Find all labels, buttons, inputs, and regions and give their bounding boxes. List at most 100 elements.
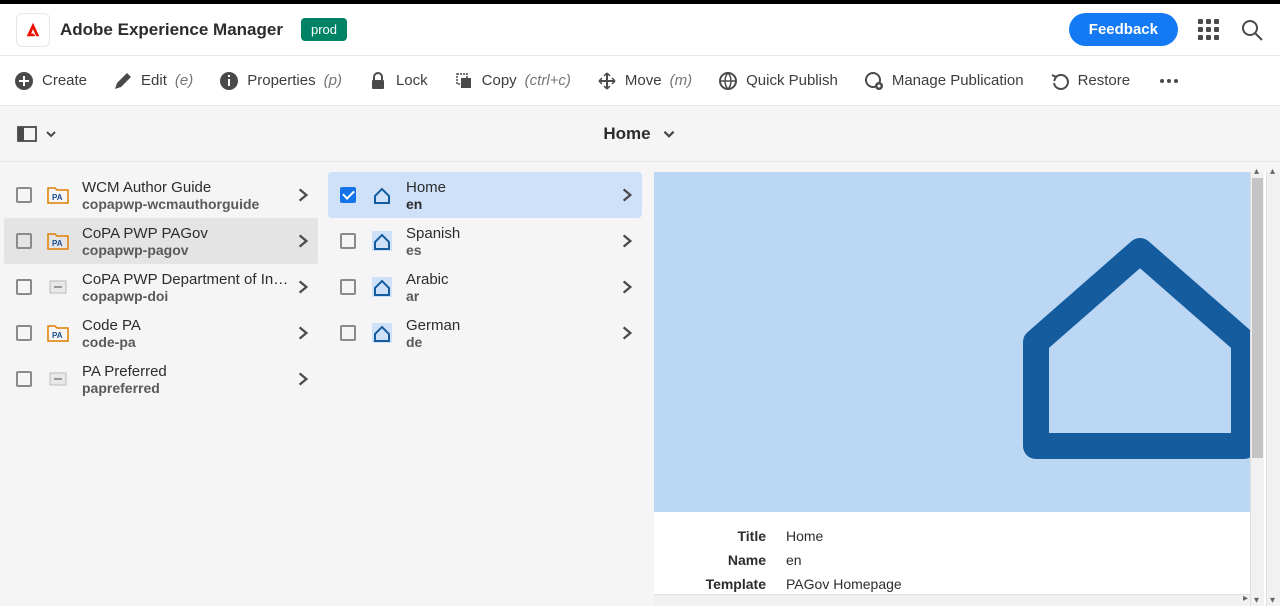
meta-title-value: Home [786,528,823,544]
more-actions-button[interactable] [1156,75,1182,87]
preview-metadata: Title Home Name en Template PAGov Homepa… [654,512,1280,596]
edit-button[interactable]: Edit (e) [113,71,193,91]
chevron-down-icon [661,126,677,142]
meta-template-value: PAGov Homepage [786,576,902,592]
chevron-right-icon [294,186,312,204]
page-home-icon [370,321,394,345]
copy-button[interactable]: Copy (ctrl+c) [454,71,571,91]
content-browser: PA WCM Author Guidecopapwp-wcmauthorguid… [0,162,1280,606]
chevron-right-icon [618,186,636,204]
list-item[interactable]: Germande [328,310,642,356]
list-item[interactable]: PA WCM Author Guidecopapwp-wcmauthorguid… [4,172,318,218]
manage-publication-button[interactable]: Manage Publication [864,71,1024,91]
rail-toggle[interactable] [16,123,58,145]
apps-grid-icon[interactable] [1198,19,1220,41]
scrollbar-vertical-outer[interactable]: ▴▾ [1266,172,1280,606]
checkbox[interactable] [16,279,32,295]
chevron-right-icon [294,278,312,296]
env-badge: prod [301,18,347,41]
create-label: Create [42,72,87,89]
meta-title-label: Title [676,528,766,544]
list-item[interactable]: PA Code PAcode-pa [4,310,318,356]
checkbox[interactable] [340,233,356,249]
item-name: copapwp-doi [82,288,294,304]
checkbox[interactable] [340,279,356,295]
meta-row-template: Template PAGov Homepage [676,572,1258,596]
create-button[interactable]: Create [14,71,87,91]
rail-icon [16,123,38,145]
page-home-icon [370,229,394,253]
restore-button[interactable]: Restore [1050,71,1131,91]
lock-button[interactable]: Lock [368,71,428,91]
item-title: German [406,317,618,334]
item-title: Arabic [406,271,618,288]
list-item[interactable]: Spanishes [328,218,642,264]
manage-publication-label: Manage Publication [892,72,1024,89]
edit-shortcut: (e) [175,72,193,89]
chevron-right-icon [294,324,312,342]
quick-publish-button[interactable]: Quick Publish [718,71,838,91]
properties-button[interactable]: Properties (p) [219,71,342,91]
info-circle-icon [219,71,239,91]
list-item[interactable]: PA Preferredpapreferred [4,356,318,402]
lock-label: Lock [396,72,428,89]
item-title: WCM Author Guide [82,179,294,196]
folder-pa-icon: PA [46,183,70,207]
move-label: Move [625,72,662,89]
svg-text:PA: PA [52,193,63,202]
svg-text:PA: PA [52,331,63,340]
properties-label: Properties [247,72,315,89]
adobe-logo[interactable] [16,13,50,47]
column-pages: Homeen Spanishes Arabicar Germande [324,162,648,606]
plus-circle-icon [14,71,34,91]
checkbox[interactable] [16,325,32,341]
item-title: CoPA PWP PAGov [82,225,294,242]
column-sites: PA WCM Author Guidecopapwp-wcmauthorguid… [0,162,324,606]
checkbox[interactable] [340,187,356,203]
properties-shortcut: (p) [324,72,342,89]
quick-publish-label: Quick Publish [746,72,838,89]
meta-row-name: Name en [676,548,1258,572]
chevron-right-icon [618,324,636,342]
page-home-icon [370,183,394,207]
checkbox[interactable] [16,371,32,387]
list-item[interactable]: Homeen [328,172,642,218]
chevron-right-icon [294,370,312,388]
chevron-down-icon [44,127,58,141]
copy-label: Copy [482,72,517,89]
breadcrumb[interactable]: Home [603,124,676,144]
folder-pa-icon: PA [46,321,70,345]
copy-shortcut: (ctrl+c) [525,72,571,89]
item-name: code-pa [82,334,294,350]
move-icon [597,71,617,91]
item-title: Home [406,179,618,196]
meta-name-value: en [786,552,802,568]
meta-template-label: Template [676,576,766,592]
move-button[interactable]: Move (m) [597,71,692,91]
item-title: PA Preferred [82,363,294,380]
item-name: papreferred [82,380,294,396]
preview-panel: Title Home Name en Template PAGov Homepa… [648,162,1280,606]
checkbox[interactable] [16,187,32,203]
folder-generic-icon [46,367,70,391]
checkbox[interactable] [340,325,356,341]
list-item[interactable]: CoPA PWP Department of Ins…copapwp-doi [4,264,318,310]
action-toolbar: Create Edit (e) Properties (p) Lock Copy… [0,56,1280,106]
feedback-button[interactable]: Feedback [1069,13,1178,46]
page-home-icon [370,275,394,299]
scrollbar-horizontal[interactable]: ▸ [654,594,1250,606]
list-item[interactable]: Arabicar [328,264,642,310]
item-title: Spanish [406,225,618,242]
edit-label: Edit [141,72,167,89]
item-title: Code PA [82,317,294,334]
chevron-right-icon [618,232,636,250]
svg-text:PA: PA [52,239,63,248]
search-icon[interactable] [1240,18,1264,42]
checkbox[interactable] [16,233,32,249]
list-item[interactable]: PA CoPA PWP PAGovcopapwp-pagov [4,218,318,264]
scrollbar-vertical[interactable]: ▴▾ [1250,172,1264,606]
preview-thumbnail [654,172,1250,512]
move-shortcut: (m) [670,72,693,89]
item-name: copapwp-pagov [82,242,294,258]
pencil-icon [113,71,133,91]
